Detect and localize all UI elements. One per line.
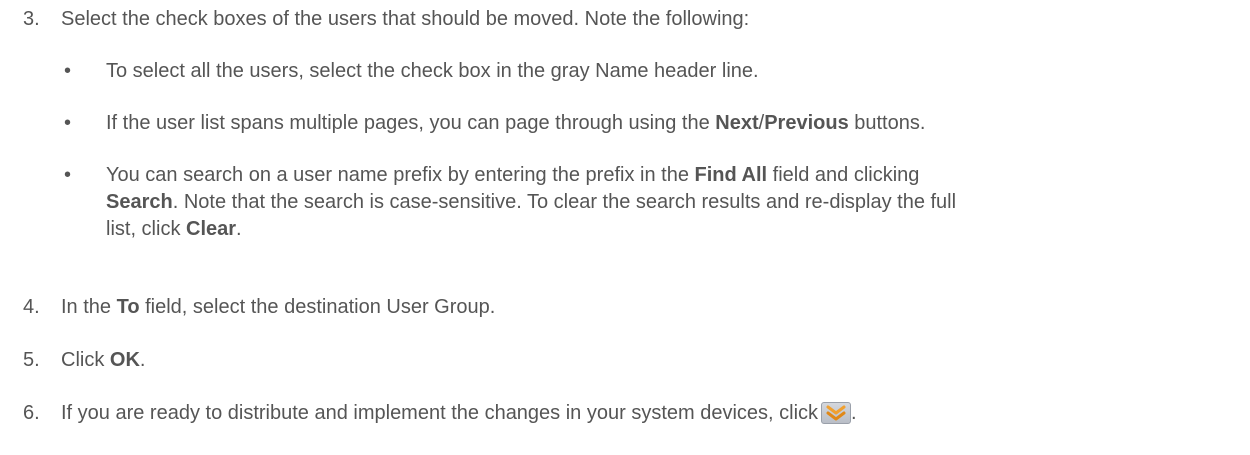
step-text: In the To field, select the destination … [61,294,495,321]
text-run: . [236,218,242,240]
chevron-down-double-icon [826,405,846,421]
bullet-line: list, click Clear. [106,216,1230,243]
text-run: buttons. [848,112,926,134]
step-text: Select the check boxes of the users that… [61,8,750,30]
text-run: field and clicking [767,164,920,186]
bullet-text: You can search on a user name prefix by … [106,162,1230,243]
previous-button-ref: Previous [764,112,849,134]
step-number: 5. [23,349,40,371]
deploy-changes-icon [821,402,852,424]
instruction-document: 3. Select the check boxes of the users t… [0,0,1250,455]
bullet-line: If the user list spans multiple pages, y… [106,110,1230,137]
bullet-dot: • [64,60,72,82]
bullet-dot: • [64,112,72,134]
step-text: Click OK. [61,347,145,374]
text-run: list, click [106,218,186,240]
next-button-ref: Next [715,112,759,134]
to-field-ref: To [116,296,140,318]
bullet-dot: • [64,164,72,186]
text-run: field, select the destination User Group… [139,296,496,318]
text-run: . [851,402,857,424]
step-number: 3. [23,8,40,30]
text-run: If the user list spans multiple pages, y… [106,112,716,134]
text-run: In the [61,296,117,318]
search-button-ref: Search [106,191,173,213]
bullet-line: You can search on a user name prefix by … [106,162,1230,189]
ok-button-ref: OK [109,349,140,371]
step-text: If you are ready to distribute and imple… [61,400,857,427]
text-run: Click [61,349,110,371]
text-run: . [139,349,146,371]
find-all-field-ref: Find All [694,164,768,186]
text-run: If you are ready to distribute and imple… [61,402,819,424]
step-number: 6. [23,402,40,424]
clear-button-ref: Clear [186,218,237,240]
text-run: . Note that the search is case-sensitive… [172,191,957,213]
step-number: 4. [23,296,40,318]
bullet-line: Search. Note that the search is case-sen… [106,189,1230,216]
bullet-text: To select all the users, select the chec… [106,58,1230,85]
text-run: You can search on a user name prefix by … [106,164,695,186]
bullet-text: If the user list spans multiple pages, y… [106,110,1230,137]
bullet-line: To select all the users, select the chec… [106,60,759,82]
